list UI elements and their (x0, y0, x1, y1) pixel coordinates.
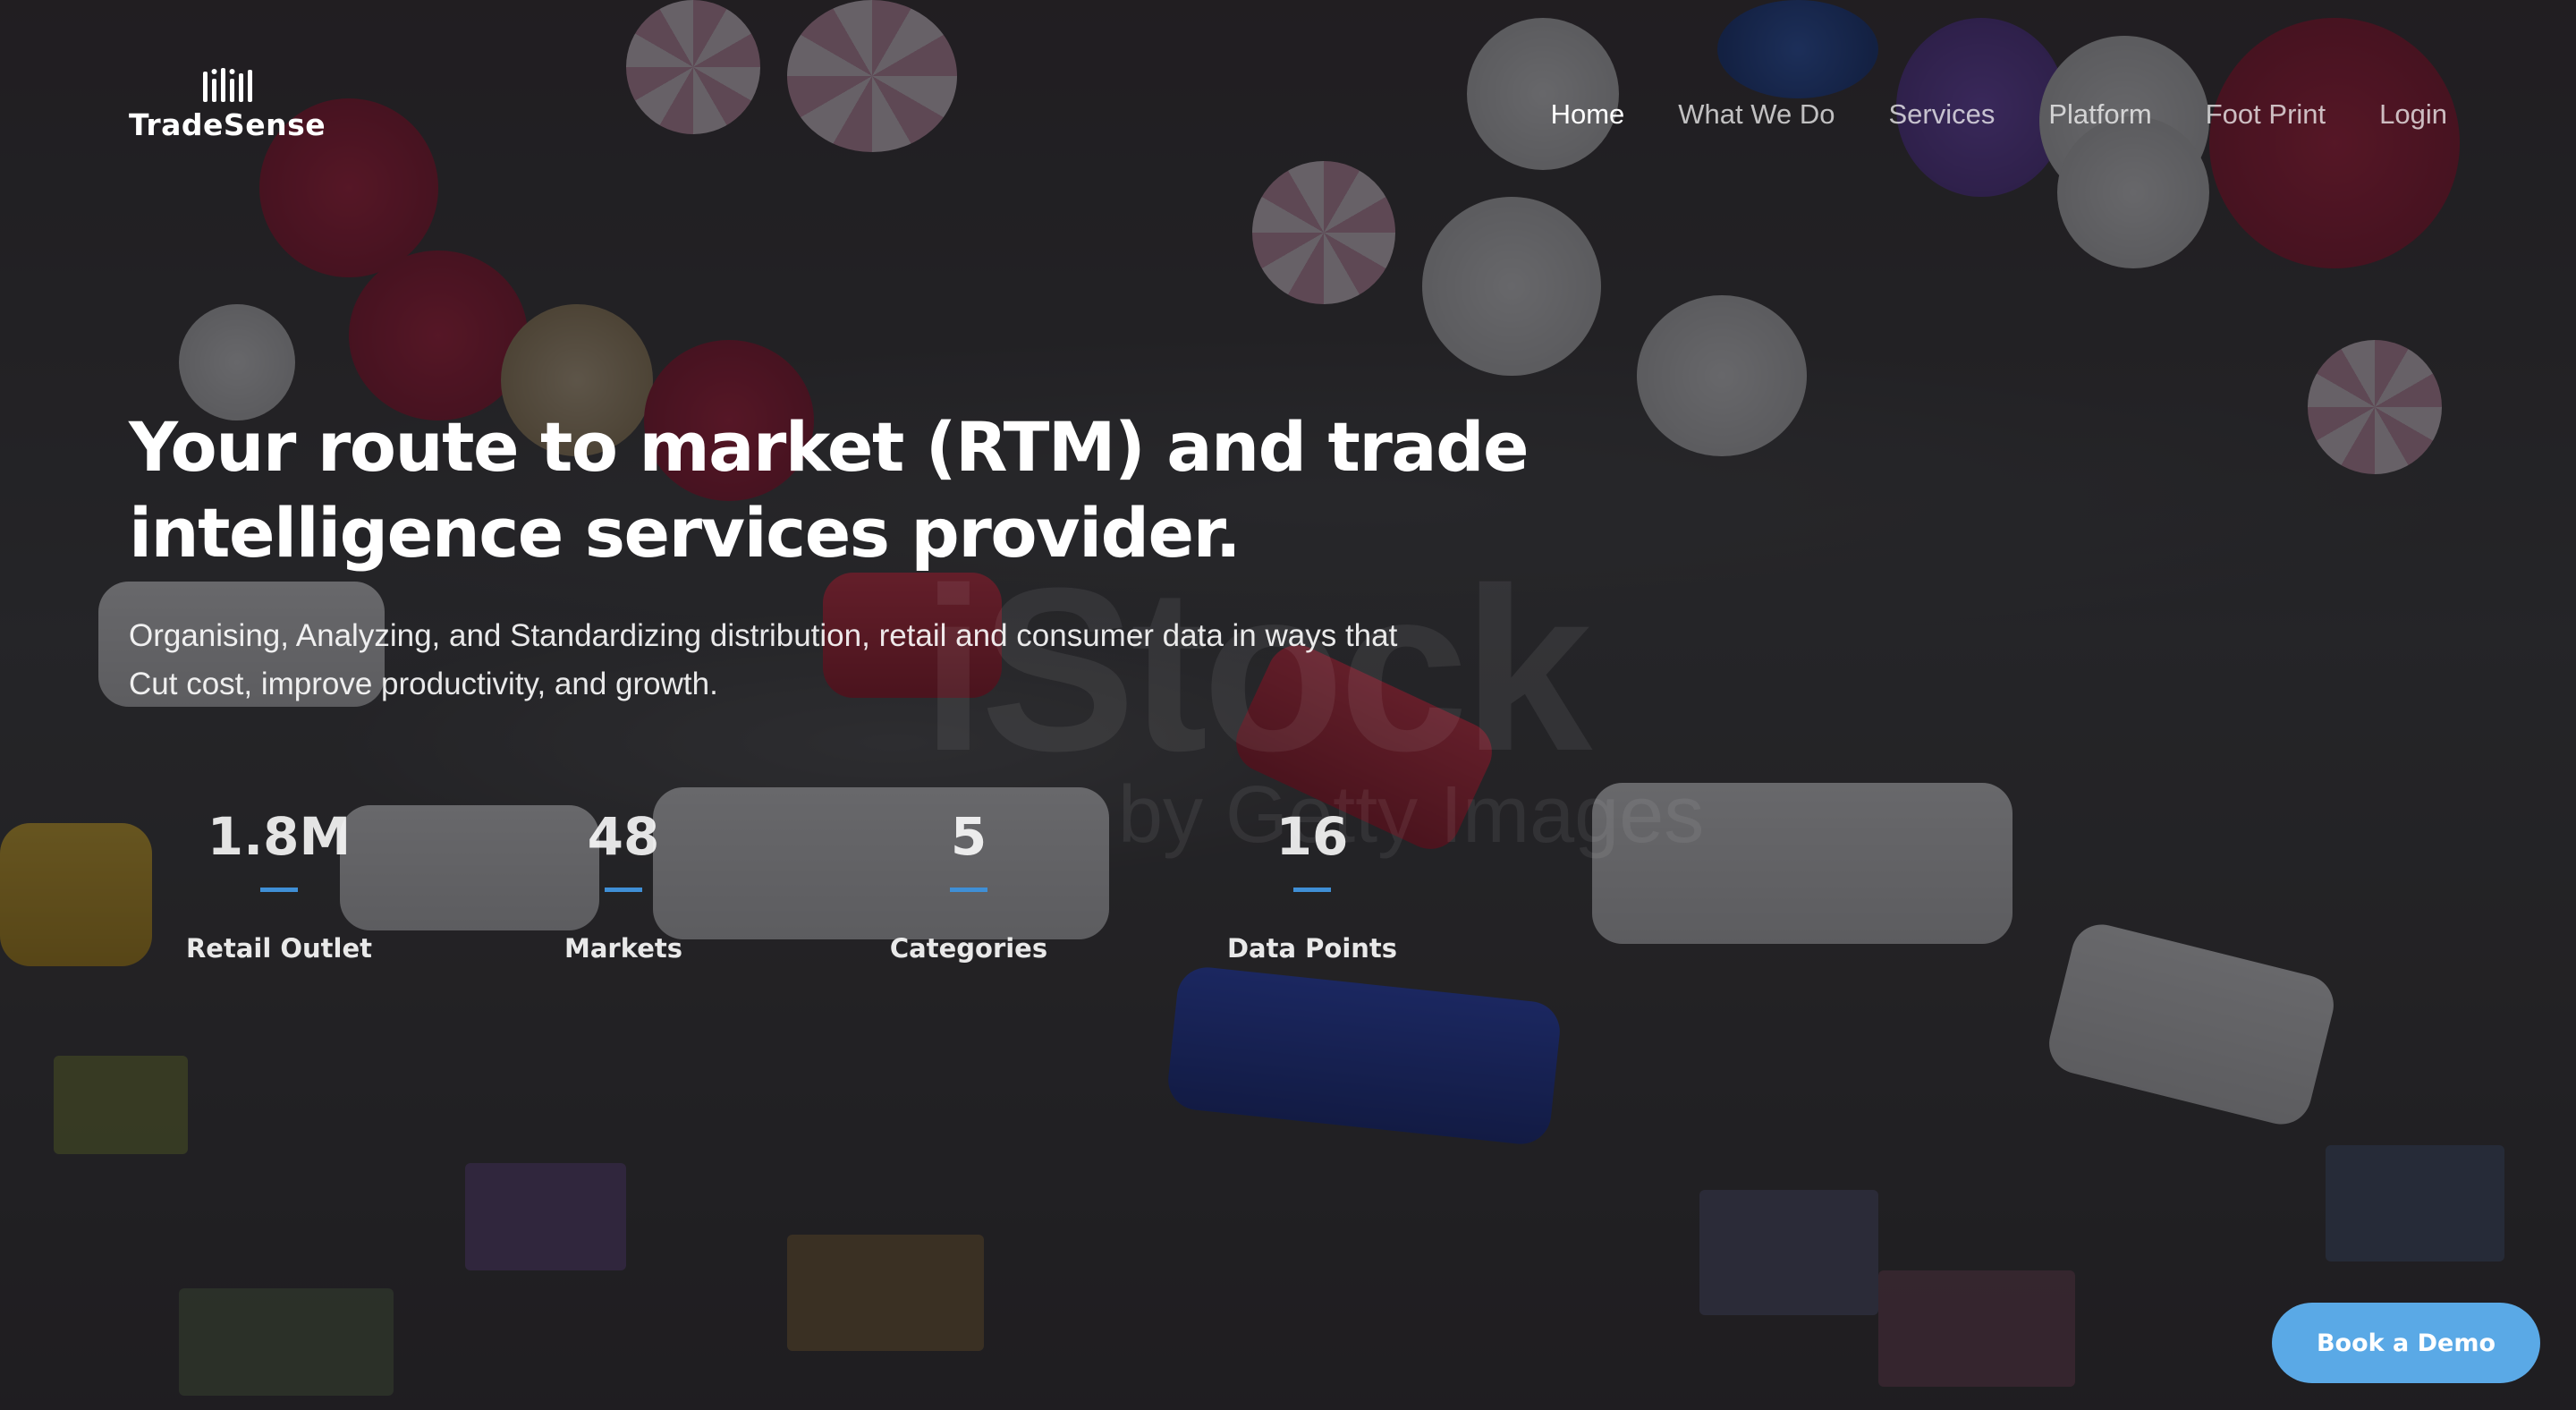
nav-item-what-we-do[interactable]: What We Do (1678, 98, 1835, 131)
hero-title: Your route to market (RTM) and trade int… (129, 404, 1560, 576)
stat-markets: 48 Markets (480, 805, 767, 964)
stat-label: Categories (889, 933, 1048, 964)
hero-title-line-1: Your route to market (RTM) and trade (129, 407, 1530, 487)
nav-item-services[interactable]: Services (1888, 98, 1995, 131)
stat-label: Data Points (1226, 933, 1398, 964)
nav-item-login[interactable]: Login (2379, 98, 2447, 131)
stat-categories: 5 Categories (826, 805, 1112, 964)
brand-name: TradeSense (129, 107, 326, 142)
stat-divider (1293, 888, 1331, 892)
nav-item-platform[interactable]: Platform (2048, 98, 2151, 131)
stat-label: Markets (564, 933, 683, 964)
stat-label: Retail Outlet (185, 933, 373, 964)
hero-subtitle-line-1: Organising, Analyzing, and Standardizing… (129, 618, 1398, 653)
stat-divider (605, 888, 642, 892)
stat-divider (950, 888, 987, 892)
brand-logo[interactable]: TradeSense (129, 64, 326, 142)
stat-retail-outlet: 1.8M Retail Outlet (136, 805, 422, 964)
main-navigation: Home What We Do Services Platform Foot P… (1551, 98, 2447, 131)
hero-title-line-2: intelligence services provider. (129, 493, 1241, 573)
stats-row: 1.8M Retail Outlet 48 Markets 5 Categori… (0, 805, 1610, 984)
nav-item-home[interactable]: Home (1551, 98, 1625, 131)
hero-subtitle: Organising, Analyzing, and Standardizing… (129, 612, 1524, 709)
nav-item-foot-print[interactable]: Foot Print (2206, 98, 2326, 131)
book-demo-button[interactable]: Book a Demo (2272, 1303, 2540, 1383)
stat-value: 5 (950, 806, 987, 867)
hero-subtitle-line-2: Cut cost, improve productivity, and grow… (129, 667, 718, 701)
stat-data-points: 16 Data Points (1169, 805, 1455, 964)
stat-divider (260, 888, 298, 892)
stat-value: 48 (587, 806, 660, 867)
stat-value: 16 (1275, 806, 1349, 867)
bar-chart-logo-icon (203, 68, 253, 102)
stat-value: 1.8M (207, 806, 352, 867)
